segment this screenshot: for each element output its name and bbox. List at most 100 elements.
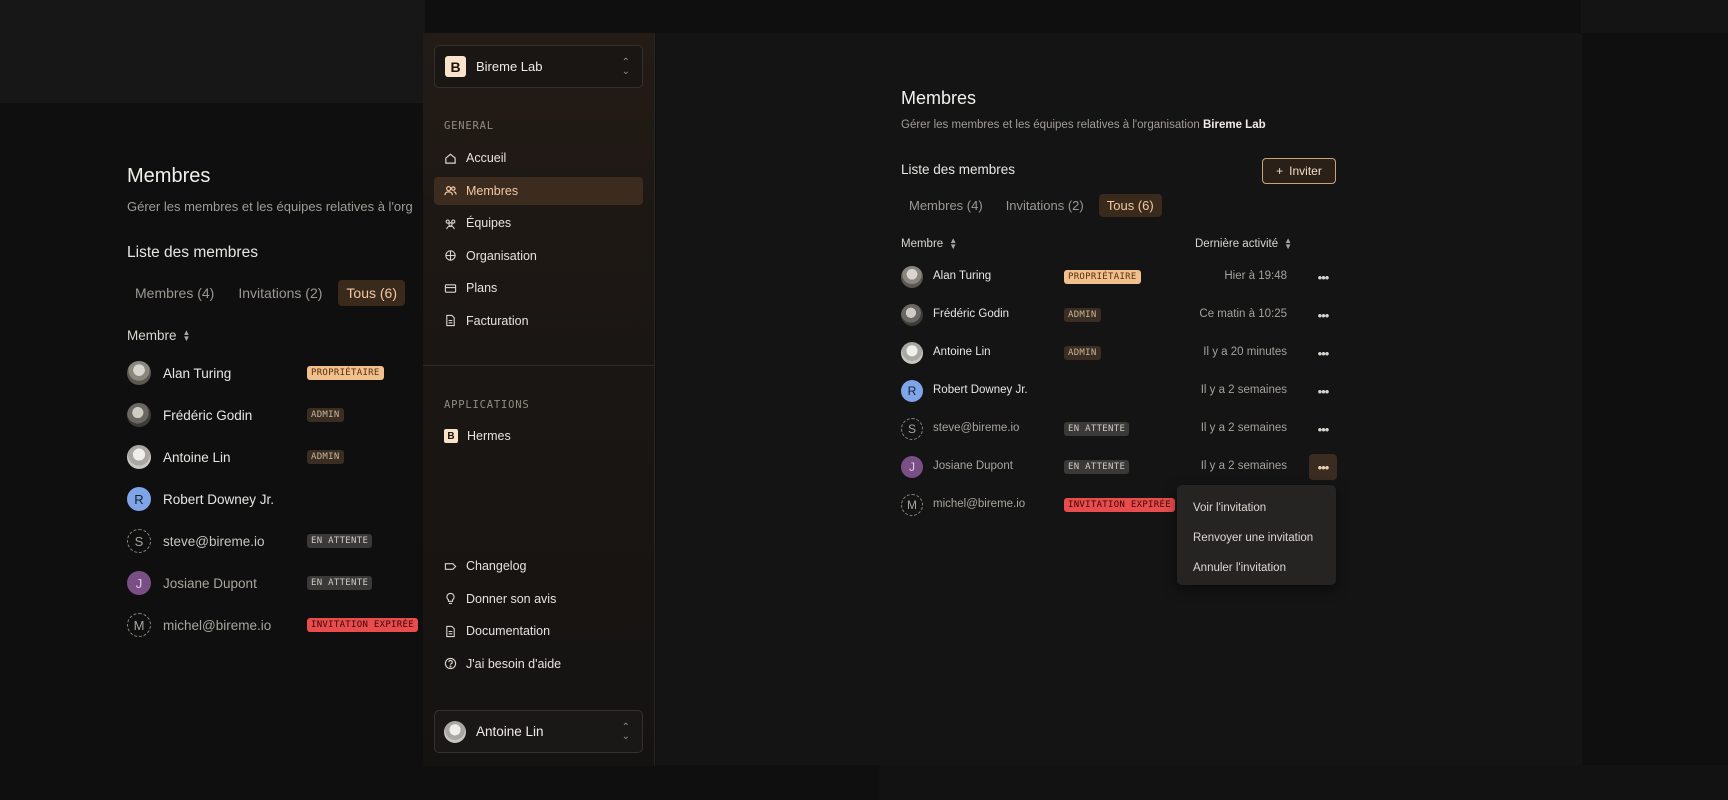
- role-badge: PROPRIÉTAIRE: [307, 366, 384, 380]
- member-name: Alan Turing: [933, 270, 992, 282]
- tab-invitations[interactable]: Invitations (2): [998, 194, 1092, 217]
- tab-bar: Membres (4) Invitations (2) Tous (6): [127, 280, 405, 306]
- role-badge: ADMIN: [307, 408, 344, 422]
- sidebar-item-feedback[interactable]: Donner son avis: [434, 585, 643, 613]
- sidebar-item-label: J'ai besoin d'aide: [466, 656, 562, 671]
- avatar: [127, 403, 151, 427]
- sidebar-item-label: Hermes: [467, 429, 511, 443]
- more-options-button[interactable]: •••: [1309, 378, 1337, 404]
- table-row[interactable]: J Josiane Dupont EN ATTENTE Il y a 2 sem…: [901, 454, 1341, 480]
- more-options-button[interactable]: •••: [1309, 340, 1337, 366]
- background-block: [1581, 0, 1728, 33]
- column-header-activity[interactable]: Dernière activité ▲ ▼: [1195, 237, 1292, 251]
- status-badge: EN ATTENTE: [307, 534, 373, 548]
- sort-icon: ▲ ▼: [182, 327, 191, 343]
- more-options-button[interactable]: •••: [1309, 416, 1337, 442]
- column-header-member[interactable]: Membre ▲ ▼: [901, 237, 957, 251]
- table-row[interactable]: M michel@bireme.io INVITATION EXPIRÉE: [127, 612, 418, 638]
- more-options-button[interactable]: •••: [1309, 264, 1337, 290]
- invite-button[interactable]: + Inviter: [1262, 158, 1336, 184]
- invite-button-label: Inviter: [1289, 164, 1322, 178]
- member-name: Frédéric Godin: [933, 308, 1010, 320]
- more-options-button[interactable]: •••: [1309, 302, 1337, 328]
- page-title: Membres: [127, 165, 211, 187]
- sidebar-item-equipes[interactable]: Équipes: [434, 209, 643, 237]
- user-name: Antoine Lin: [476, 724, 544, 739]
- sidebar-item-label: Plans: [466, 281, 498, 295]
- last-activity: Il y a 2 semaines: [1200, 460, 1287, 472]
- sidebar-item-label: Facturation: [466, 313, 529, 328]
- column-label: Dernière activité: [1195, 238, 1279, 250]
- status-badge: INVITATION EXPIRÉE: [307, 618, 418, 632]
- last-activity: Hier à 19:48: [1224, 270, 1287, 282]
- page-title: Membres: [901, 88, 977, 108]
- member-name: michel@bireme.io: [933, 498, 1026, 510]
- tab-all[interactable]: Tous (6): [338, 280, 405, 306]
- document-icon: [444, 625, 457, 638]
- user-switcher[interactable]: Antoine Lin ⌃ ⌄: [434, 710, 643, 753]
- member-name: Frédéric Godin: [163, 407, 253, 423]
- table-row[interactable]: S steve@bireme.io EN ATTENTE Il y a 2 se…: [901, 416, 1341, 442]
- table-row[interactable]: R Robert Downey Jr. Il y a 2 semaines ••…: [901, 378, 1341, 404]
- avatar: S: [127, 529, 151, 553]
- sidebar-item-facturation[interactable]: Facturation: [434, 307, 643, 335]
- app-logo-icon: B: [444, 429, 458, 443]
- table-row[interactable]: J Josiane Dupont EN ATTENTE: [127, 570, 373, 596]
- sidebar-item-organisation[interactable]: Organisation: [434, 242, 643, 270]
- organisation-switcher[interactable]: B Bireme Lab ⌃ ⌄: [434, 45, 643, 88]
- sidebar-item-documentation[interactable]: Documentation: [434, 617, 643, 645]
- users-icon: [444, 184, 457, 197]
- more-options-button[interactable]: •••: [1309, 454, 1337, 480]
- teams-icon: [444, 217, 457, 230]
- sidebar-item-accueil[interactable]: Accueil: [434, 144, 643, 172]
- organisation-logo: B: [445, 56, 466, 77]
- table-row[interactable]: Frédéric Godin ADMIN: [127, 402, 344, 428]
- member-name: steve@bireme.io: [933, 422, 1020, 434]
- menu-item-view-invitation[interactable]: Voir l'invitation: [1177, 493, 1336, 523]
- footer-nav: Changelog Donner son avis Documentation …: [434, 552, 643, 682]
- sidebar-item-changelog[interactable]: Changelog: [434, 552, 643, 580]
- background-page-preview: Membres Gérer les membres et les équipes…: [0, 0, 423, 800]
- section-label-applications: APPLICATIONS: [444, 399, 530, 411]
- avatar: [127, 361, 151, 385]
- tab-invitations[interactable]: Invitations (2): [230, 280, 330, 306]
- avatar: [901, 266, 923, 288]
- last-activity: Ce matin à 10:25: [1199, 308, 1287, 320]
- sidebar-item-hermes[interactable]: B Hermes: [434, 422, 643, 450]
- table-row[interactable]: S steve@bireme.io EN ATTENTE: [127, 528, 373, 554]
- subtitle-text: Gérer les membres et les équipes relativ…: [901, 119, 1200, 131]
- last-activity: Il y a 20 minutes: [1203, 346, 1287, 358]
- sidebar-item-help[interactable]: J'ai besoin d'aide: [434, 650, 643, 678]
- sidebar-item-label: Documentation: [466, 624, 551, 638]
- role-badge: ADMIN: [1064, 308, 1101, 322]
- tab-members[interactable]: Membres (4): [901, 194, 991, 217]
- sidebar: B Bireme Lab ⌃ ⌄ GENERAL Accueil Membres …: [423, 33, 655, 766]
- avatar: S: [901, 418, 923, 440]
- status-badge: EN ATTENTE: [307, 576, 373, 590]
- avatar: J: [901, 456, 923, 478]
- column-header-member[interactable]: Membre ▲ ▼: [127, 328, 190, 343]
- member-name: Antoine Lin: [163, 449, 231, 465]
- member-name: Robert Downey Jr.: [933, 384, 1028, 396]
- sidebar-item-membres[interactable]: Membres: [434, 176, 643, 205]
- list-title: Liste des membres: [127, 244, 258, 261]
- avatar: M: [127, 613, 151, 637]
- table-row[interactable]: Alan Turing PROPRIÉTAIRE Hier à 19:48 ••…: [901, 264, 1341, 290]
- tab-all[interactable]: Tous (6): [1098, 194, 1162, 217]
- page-subtitle: Gérer les membres et les équipes relativ…: [901, 119, 1266, 131]
- table-row[interactable]: Antoine Lin ADMIN Il y a 20 minutes •••: [901, 340, 1341, 366]
- last-activity: Il y a 2 semaines: [1200, 422, 1287, 434]
- table-row[interactable]: Alan Turing PROPRIÉTAIRE: [127, 360, 384, 386]
- sidebar-item-plans[interactable]: Plans: [434, 274, 643, 302]
- tab-members[interactable]: Membres (4): [127, 280, 222, 306]
- organisation-name: Bireme Lab: [476, 59, 543, 74]
- table-row[interactable]: Antoine Lin ADMIN: [127, 444, 344, 470]
- table-row[interactable]: Frédéric Godin ADMIN Ce matin à 10:25 ••…: [901, 302, 1341, 328]
- sidebar-item-label: Membres: [466, 183, 519, 198]
- table-row[interactable]: R Robert Downey Jr.: [127, 486, 274, 512]
- menu-item-resend-invitation[interactable]: Renvoyer une invitation: [1177, 523, 1336, 553]
- column-label: Membre: [901, 238, 944, 250]
- home-icon: [444, 152, 457, 165]
- menu-item-cancel-invitation[interactable]: Annuler l'invitation: [1177, 553, 1336, 583]
- tag-icon: [444, 560, 457, 573]
